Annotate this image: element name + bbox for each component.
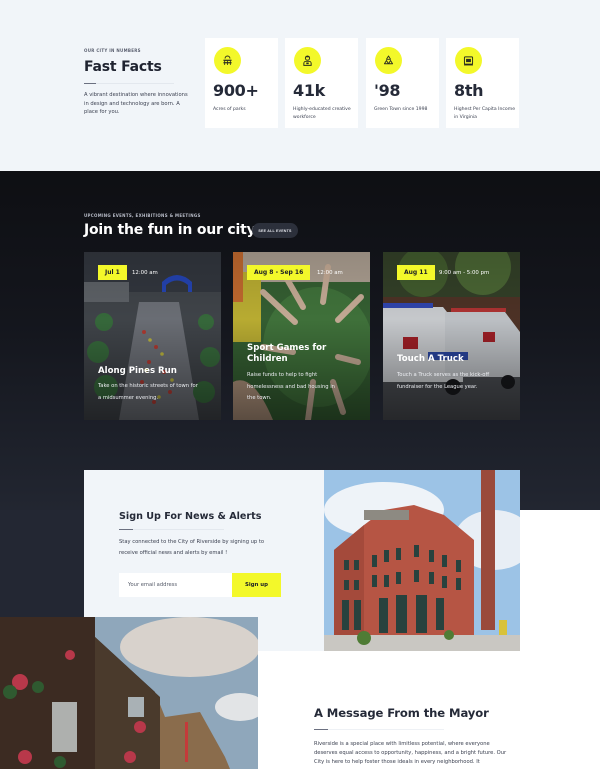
- mayor-divider: [314, 729, 444, 730]
- fact-card-income: 8th Highest Per Capita Income in Virgini…: [446, 38, 519, 128]
- event-date-badge: Aug 11: [397, 265, 435, 280]
- worker-icon: [294, 47, 321, 74]
- fact-label: Acres of parks: [213, 107, 246, 112]
- fact-card-workforce: 41k Highly-educated creative workforce: [285, 38, 358, 128]
- street-photo: [0, 617, 258, 769]
- sign-up-button[interactable]: Sign up: [232, 573, 281, 597]
- events-section: UPCOMING EVENTS, EXHIBITIONS & MEETINGS …: [0, 171, 600, 510]
- signup-description: Stay connected to the City of Riverside …: [119, 539, 265, 556]
- mayor-message-text: Riverside is a special place with limitl…: [314, 741, 507, 766]
- fact-value: 900+: [213, 81, 259, 100]
- fact-label: Highest Per Capita Income in Virginia: [454, 107, 516, 120]
- facts-eyebrow: OUR CITY IN NUMBERS: [84, 48, 141, 53]
- facts-title: Fast Facts: [84, 59, 162, 75]
- money-icon: [455, 47, 482, 74]
- event-title[interactable]: Sport Games for Children: [247, 343, 347, 365]
- email-input[interactable]: [119, 573, 232, 597]
- events-section-background: [0, 510, 84, 617]
- event-card-pines-run[interactable]: Jul 1 12:00 am Along Pines Run Take on t…: [84, 252, 221, 420]
- fact-value: '98: [374, 81, 401, 100]
- recycle-icon: [375, 47, 402, 74]
- event-card-touch-a-truck[interactable]: Aug 11 9:00 am - 5:00 pm Touch A Truck T…: [383, 252, 520, 420]
- see-all-events-button[interactable]: SEE ALL EVENTS: [252, 223, 298, 238]
- events-title: Join the fun in our city!: [84, 222, 262, 238]
- facts-divider: [84, 83, 174, 84]
- event-time: 12:00 am: [317, 269, 343, 276]
- fact-value: 8th: [454, 81, 484, 100]
- park-bench-icon: [214, 47, 241, 74]
- signup-title: Sign Up For News & Alerts: [119, 511, 262, 522]
- event-time: 12:00 am: [132, 269, 158, 276]
- fact-card-green-town: '98 Green Town since 1998: [366, 38, 439, 128]
- mayor-message-title: A Message From the Mayor: [314, 706, 489, 720]
- fast-facts-section: OUR CITY IN NUMBERS Fast Facts A vibrant…: [0, 0, 600, 171]
- event-time: 9:00 am - 5:00 pm: [439, 269, 490, 276]
- event-date-badge: Aug 8 - Sep 16: [247, 265, 311, 280]
- brick-building-image: [324, 470, 520, 651]
- facts-description: A vibrant destination where innovations …: [84, 92, 188, 116]
- fact-label: Green Town since 1998: [374, 107, 428, 112]
- fact-value: 41k: [293, 81, 326, 100]
- signup-divider: [119, 529, 224, 530]
- event-title[interactable]: Along Pines Run: [98, 366, 213, 377]
- events-eyebrow: UPCOMING EVENTS, EXHIBITIONS & MEETINGS: [84, 213, 201, 218]
- event-title[interactable]: Touch A Truck: [397, 354, 512, 365]
- event-description: Take on the historic streets of town for…: [98, 383, 198, 401]
- event-date-badge: Jul 1: [98, 265, 127, 280]
- event-description: Raise funds to help to fight homelessnes…: [247, 372, 335, 401]
- fact-label: Highly-educated creative workforce: [293, 107, 351, 120]
- event-card-sport-games[interactable]: Aug 8 - Sep 16 12:00 am Sport Games for …: [233, 252, 370, 420]
- fact-card-parks: 900+ Acres of parks: [205, 38, 278, 128]
- event-description: Touch a Truck serves as the kick-off fun…: [397, 372, 490, 390]
